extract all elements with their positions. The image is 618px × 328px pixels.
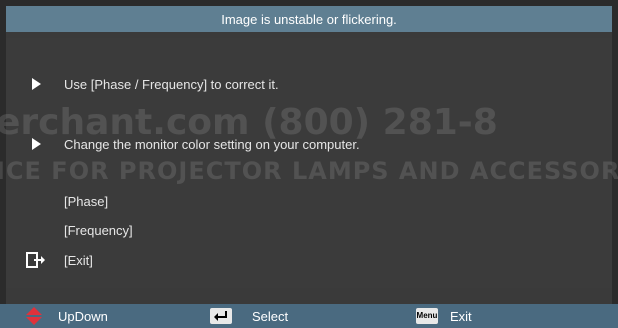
play-arrow-icon xyxy=(32,138,41,150)
updown-arrow-icon xyxy=(26,307,42,325)
enter-key-icon xyxy=(210,308,232,324)
tip-item-phase-frequency: Use [Phase / Frequency] to correct it. xyxy=(6,73,612,95)
option-phase[interactable]: [Phase] xyxy=(6,190,612,212)
footer-updown: UpDown xyxy=(24,304,108,328)
footer-updown-label: UpDown xyxy=(58,308,108,324)
tip-text: Change the monitor color setting on your… xyxy=(64,136,360,152)
dialog-content: Use [Phase / Frequency] to correct it. C… xyxy=(6,38,612,288)
option-label: [Frequency] xyxy=(64,222,133,238)
option-label: [Phase] xyxy=(64,193,109,209)
footer-select-label: Select xyxy=(252,308,289,324)
option-exit[interactable]: [Exit] xyxy=(6,249,612,271)
exit-door-icon xyxy=(26,252,45,268)
menu-key-icon: Menu xyxy=(416,308,438,324)
osd-dialog: Image is unstable or flickering. Use [Ph… xyxy=(0,6,618,322)
footer-exit-label: Exit xyxy=(450,308,472,324)
footer-select: Select xyxy=(210,304,288,328)
footer-exit: Menu Exit xyxy=(416,304,472,328)
tip-text: Use [Phase / Frequency] to correct it. xyxy=(64,76,279,92)
dialog-title-bar: Image is unstable or flickering. xyxy=(6,6,612,32)
dialog-title: Image is unstable or flickering. xyxy=(221,11,397,27)
osd-footer: UpDown Select Menu Exit xyxy=(0,304,618,328)
option-frequency[interactable]: [Frequency] xyxy=(6,219,612,241)
play-arrow-icon xyxy=(32,78,41,90)
option-label: [Exit] xyxy=(64,252,93,268)
tip-item-monitor-color: Change the monitor color setting on your… xyxy=(6,133,612,155)
